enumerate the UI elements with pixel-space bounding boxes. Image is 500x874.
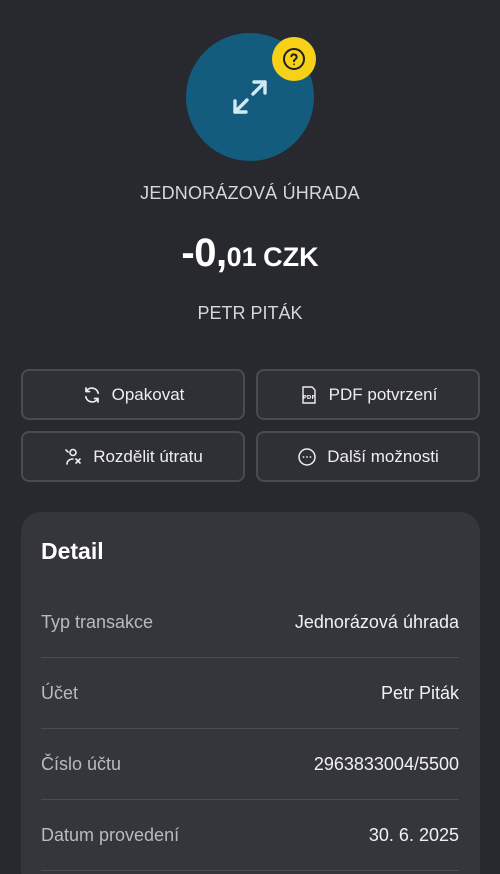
transaction-amount: -0,01 CZK — [0, 231, 500, 276]
amount-currency: CZK — [263, 242, 319, 272]
more-options-button[interactable]: Další možnosti — [256, 431, 480, 482]
detail-row-value: Jednorázová úhrada — [294, 611, 459, 632]
detail-row-value: Petr Piták — [380, 682, 459, 703]
detail-row-execution-date: Datum provedení 30. 6. 2025 — [41, 800, 459, 871]
pdf-icon: PDF — [301, 385, 316, 404]
more-options-label: Další možnosti — [327, 446, 439, 466]
help-badge[interactable] — [272, 37, 316, 81]
pdf-button-label: PDF potvrzení — [328, 384, 438, 404]
split-person-icon — [65, 448, 81, 465]
repeat-button-label: Opakovat — [111, 384, 185, 404]
svg-text:PDF: PDF — [302, 395, 315, 401]
detail-title: Detail — [41, 538, 104, 564]
detail-row-value: 30. 6. 2025 — [368, 824, 459, 845]
split-expense-button[interactable]: Rozdělit útratu — [21, 431, 245, 482]
transaction-avatar — [186, 33, 316, 161]
more-options-icon — [298, 447, 316, 466]
question-mark-icon — [283, 48, 305, 70]
refresh-icon — [84, 386, 99, 403]
detail-card: Detail Typ transakce Jednorázová úhrada … — [21, 512, 480, 874]
transfer-arrows-icon — [233, 80, 267, 114]
detail-row-value[interactable]: 2963833004/5500 — [314, 754, 459, 775]
amount-decimals: 01 — [226, 242, 257, 272]
detail-row-account: Účet Petr Piták — [41, 658, 459, 729]
detail-row-transaction-type: Typ transakce Jednorázová úhrada — [41, 587, 459, 658]
detail-row-label: Typ transakce — [41, 611, 154, 632]
detail-row-label: Číslo účtu — [41, 753, 122, 774]
detail-row-label: Datum provedení — [41, 824, 180, 845]
split-button-label: Rozdělit útratu — [93, 446, 203, 466]
detail-row-label: Účet — [41, 682, 79, 703]
action-buttons: Opakovat PDF PDF potvrzení Rozdělit útra… — [21, 369, 480, 482]
amount-integer: -0, — [181, 231, 227, 275]
detail-row-account-number: Číslo účtu 2963833004/5500 — [41, 729, 459, 800]
transaction-type-label: JEDNORÁZOVÁ ÚHRADA — [140, 183, 360, 203]
repeat-button[interactable]: Opakovat — [21, 369, 245, 420]
pdf-confirmation-button[interactable]: PDF PDF potvrzení — [256, 369, 480, 420]
counterparty-name: PETR PITÁK — [197, 303, 303, 323]
transaction-detail-screen: JEDNORÁZOVÁ ÚHRADA -0,01 CZK PETR PITÁK … — [0, 0, 500, 874]
